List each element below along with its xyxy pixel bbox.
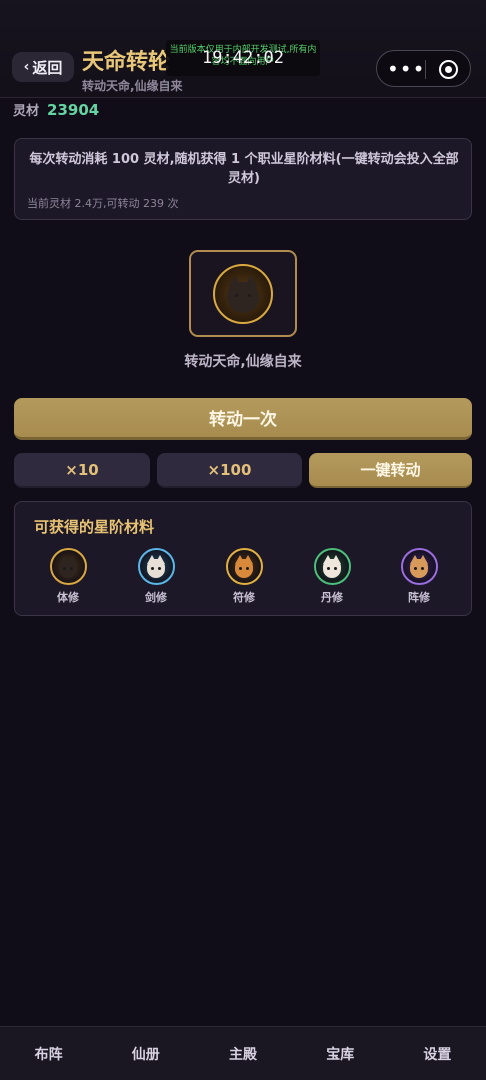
back-button[interactable]: ‹ 返回 — [12, 52, 74, 82]
material-item[interactable]: 阵修 — [389, 548, 449, 605]
blue-cat-icon — [137, 548, 175, 585]
spin-once-button[interactable]: 转动一次 — [14, 398, 472, 440]
currency-display: 灵材 23904 — [13, 100, 99, 119]
spin-all-button[interactable]: 一键转动 — [309, 453, 472, 488]
dev-notice-overlay: 当前版本仅用于内部开发测试,所有内容均不面向用户 19:42:02 — [166, 40, 320, 76]
spin-10-button[interactable]: ×10 — [14, 453, 150, 488]
purple-fox-icon — [400, 548, 438, 585]
page-title: 天命转轮 — [82, 50, 171, 75]
material-item[interactable]: 符修 — [214, 548, 274, 605]
nav-item-treasury[interactable]: 宝库 — [292, 1027, 389, 1080]
materials-heading: 可获得的星阶材料 — [34, 518, 155, 536]
wheel-frame[interactable] — [189, 250, 297, 337]
wheel-caption: 转动天命,仙缘自来 — [184, 354, 302, 370]
nav-item-main-hall[interactable]: 主殿 — [194, 1027, 291, 1080]
nav-item-formation[interactable]: 布阵 — [0, 1027, 97, 1080]
material-item[interactable]: 剑修 — [126, 548, 186, 605]
back-label: 返回 — [32, 58, 63, 77]
chevron-left-icon: ‹ — [23, 59, 30, 75]
spin-status: 当前灵材 2.4万,可转动 239 次 — [27, 197, 179, 210]
orange-fox-icon — [225, 548, 263, 585]
capsule-divider — [425, 60, 426, 79]
calico-cat-icon — [313, 548, 351, 585]
material-name: 阵修 — [408, 591, 430, 604]
nav-item-roster[interactable]: 仙册 — [97, 1027, 194, 1080]
spin-100-button[interactable]: ×100 — [157, 453, 302, 488]
info-card: 每次转动消耗 100 灵材,随机获得 1 个职业星阶材料(一键转动会投入全部灵材… — [14, 138, 472, 220]
currency-value: 23904 — [47, 101, 100, 119]
close-target-icon[interactable] — [439, 60, 458, 79]
top-bar: ‹ 返回 天命转轮 转动天命,仙缘自来 当前版本仅用于内部开发测试,所有内容均不… — [0, 0, 486, 98]
material-name: 体修 — [57, 591, 79, 604]
material-item[interactable]: 体修 — [38, 548, 98, 605]
black-fox-icon — [213, 264, 273, 324]
materials-panel: 可获得的星阶材料 体修 剑修 符修 丹修 阵修 — [14, 501, 472, 616]
nav-item-settings[interactable]: 设置 — [389, 1027, 486, 1080]
clock: 19:42:02 — [202, 48, 284, 68]
bottom-nav: 布阵 仙册 主殿 宝库 设置 — [0, 1026, 486, 1080]
material-item[interactable]: 丹修 — [302, 548, 362, 605]
material-name: 丹修 — [321, 591, 343, 604]
material-name: 剑修 — [145, 591, 167, 604]
spin-description: 每次转动消耗 100 灵材,随机获得 1 个职业星阶材料(一键转动会投入全部灵材… — [29, 152, 459, 186]
currency-label: 灵材 — [13, 104, 40, 119]
more-icon[interactable]: ••• — [387, 59, 425, 79]
miniprogram-capsule: ••• — [376, 50, 471, 87]
black-fox-icon — [49, 548, 87, 585]
material-name: 符修 — [233, 591, 255, 604]
page-subtitle: 转动天命,仙缘自来 — [82, 79, 183, 93]
